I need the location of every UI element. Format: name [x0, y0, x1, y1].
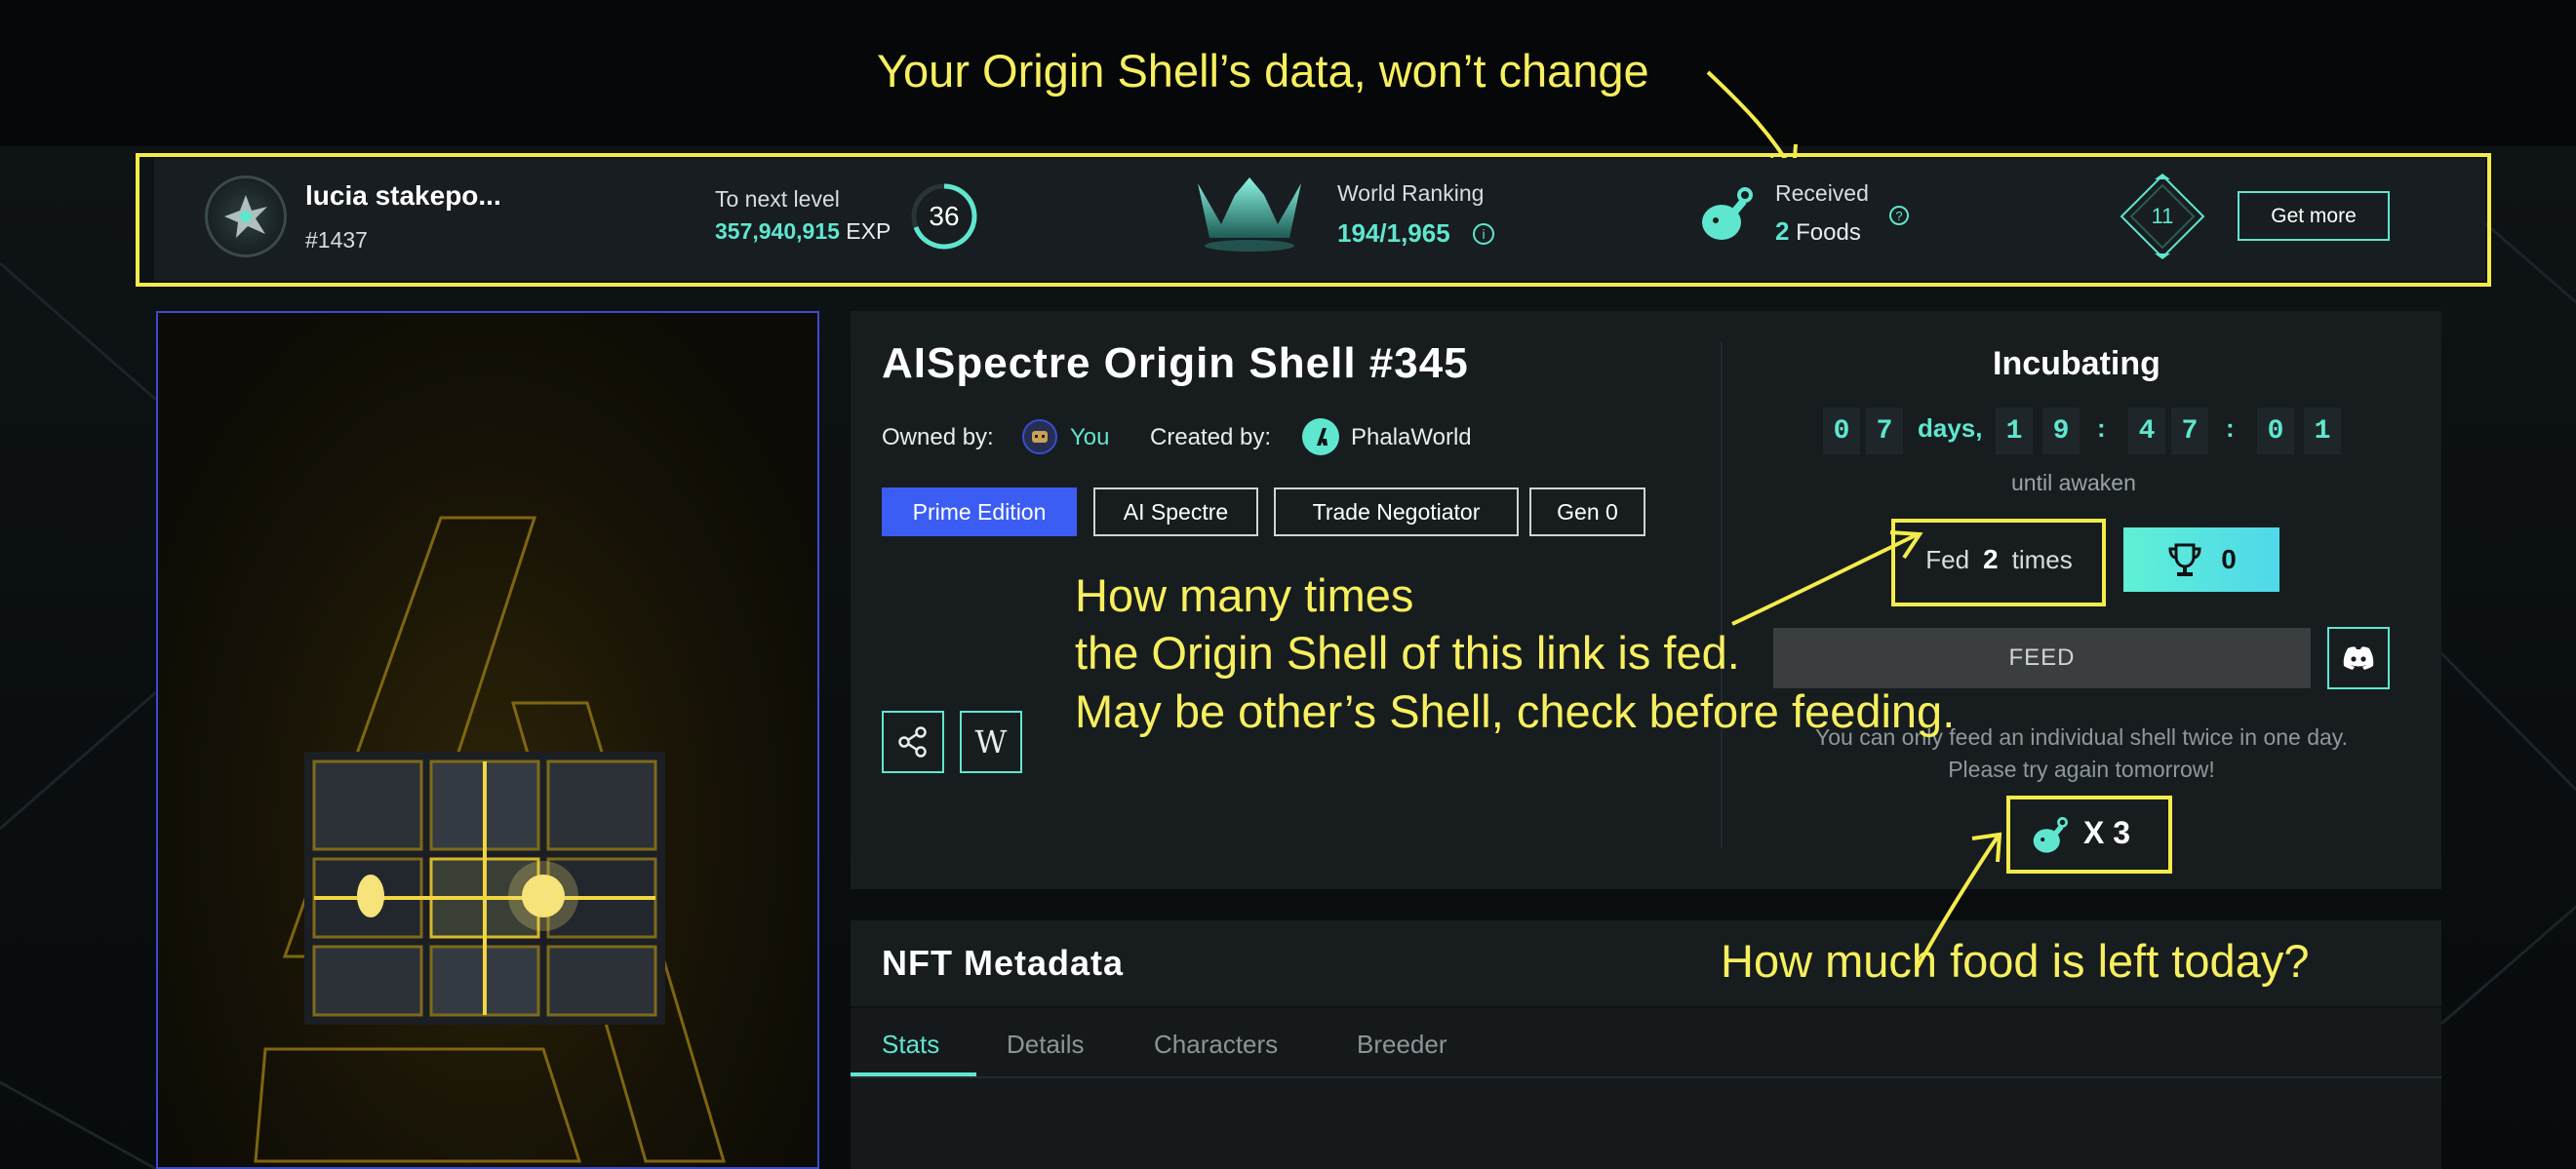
phala-icon	[1317, 428, 1328, 446]
origin-shell-artwork	[254, 516, 727, 1163]
owner-avatar-icon[interactable]	[1022, 419, 1057, 454]
countdown-digit: 0	[1823, 408, 1860, 454]
exp-unit: EXP	[846, 218, 892, 244]
annotation-food-box	[2006, 796, 2172, 874]
user-avatar[interactable]	[205, 175, 287, 257]
countdown-digit: 7	[2171, 408, 2208, 454]
received-label: Received	[1775, 180, 1869, 206]
countdown-digit: 1	[1996, 408, 2033, 454]
annotation-fed-line3: May be other’s Shell, check before feedi…	[1075, 685, 1956, 737]
exp-value: 357,940,915 EXP	[715, 218, 891, 245]
feed-note-line2: Please try again tomorrow!	[1948, 757, 2215, 782]
exp-number: 357,940,915	[715, 218, 840, 244]
crown-icon	[1198, 177, 1301, 252]
tab-characters[interactable]: Characters	[1154, 1030, 1278, 1060]
tag-ai-spectre[interactable]: AI Spectre	[1093, 487, 1258, 536]
created-by-label: Created by:	[1150, 424, 1272, 450]
annotation-fed-line1: How many times	[1075, 569, 1414, 621]
until-awaken-label: until awaken	[2011, 470, 2136, 495]
world-ranking-value: 194/1,965	[1337, 218, 1450, 248]
wikipedia-icon: W	[974, 723, 1008, 760]
foods-count: 2	[1775, 216, 1790, 246]
incubating-status: Incubating	[1993, 345, 2160, 382]
countdown-days-label: days,	[1918, 413, 1983, 443]
metadata-title: NFT Metadata	[882, 943, 1125, 983]
annotation-food-left: How much food is left today?	[1721, 935, 2310, 987]
robot-face-icon	[1032, 431, 1048, 443]
countdown-digit: 4	[2128, 408, 2165, 454]
get-more-button[interactable]: Get more	[2238, 191, 2390, 241]
nft-title: AISpectre Origin Shell #345	[882, 339, 1469, 387]
wikipedia-button[interactable]: W	[960, 711, 1022, 773]
share-icon	[898, 726, 927, 758]
page: Your Origin Shell’s data, won’t change l…	[0, 0, 2576, 1169]
active-tab-indicator	[851, 1072, 976, 1076]
user-id: #1437	[305, 227, 368, 253]
tab-divider	[851, 1076, 2441, 1078]
trophy-icon	[2168, 543, 2201, 576]
received-foods: 2 Foods	[1775, 216, 1861, 247]
badge-number: 11	[2151, 204, 2174, 228]
countdown-digit: 9	[2042, 408, 2080, 454]
annotation-arrow-food	[1916, 832, 2002, 968]
foods-unit: Foods	[1796, 219, 1861, 246]
panel-divider	[1721, 341, 1723, 848]
tab-breeder[interactable]: Breeder	[1357, 1030, 1447, 1060]
to-next-level-label: To next level	[715, 186, 840, 212]
share-button[interactable]	[882, 711, 944, 773]
feed-button[interactable]: FEED	[1773, 628, 2311, 688]
tag-trade-negotiator[interactable]: Trade Negotiator	[1274, 487, 1519, 536]
spectre-avatar-icon	[224, 195, 267, 238]
annotation-data-unchanged: Your Origin Shell’s data, won’t change	[877, 45, 1649, 97]
countdown-digit: 1	[2304, 408, 2341, 454]
nft-image	[156, 311, 819, 1169]
trophy-button[interactable]: 0	[2123, 527, 2279, 592]
owned-by-label: Owned by:	[882, 424, 994, 450]
help-icon[interactable]: ?	[1889, 206, 1909, 225]
annotation-fed-line2: the Origin Shell of this link is fed.	[1075, 627, 1740, 679]
discord-button[interactable]	[2327, 627, 2390, 689]
phalaworld-logo-icon[interactable]	[1302, 418, 1339, 455]
trophy-count: 0	[2221, 544, 2237, 574]
tag-gen-0[interactable]: Gen 0	[1529, 487, 1645, 536]
drumstick-icon	[1702, 187, 1753, 240]
username[interactable]: lucia stakepo...	[305, 180, 501, 212]
tab-details[interactable]: Details	[1007, 1030, 1084, 1060]
annotation-arrow-fed	[1731, 530, 1923, 626]
countdown-digit: 0	[2257, 408, 2294, 454]
tag-prime-edition[interactable]: Prime Edition	[882, 487, 1077, 536]
owner-name[interactable]: You	[1070, 424, 1110, 451]
tab-stats[interactable]: Stats	[882, 1030, 939, 1060]
level-number: 36	[929, 201, 960, 231]
countdown-separator: :	[2097, 413, 2106, 443]
discord-icon	[2343, 646, 2374, 670]
creator-name[interactable]: PhalaWorld	[1351, 424, 1472, 451]
countdown-separator: :	[2226, 413, 2235, 443]
world-ranking-label: World Ranking	[1337, 180, 1485, 206]
countdown-digit: 7	[1866, 408, 1903, 454]
info-icon[interactable]: i	[1473, 223, 1494, 245]
